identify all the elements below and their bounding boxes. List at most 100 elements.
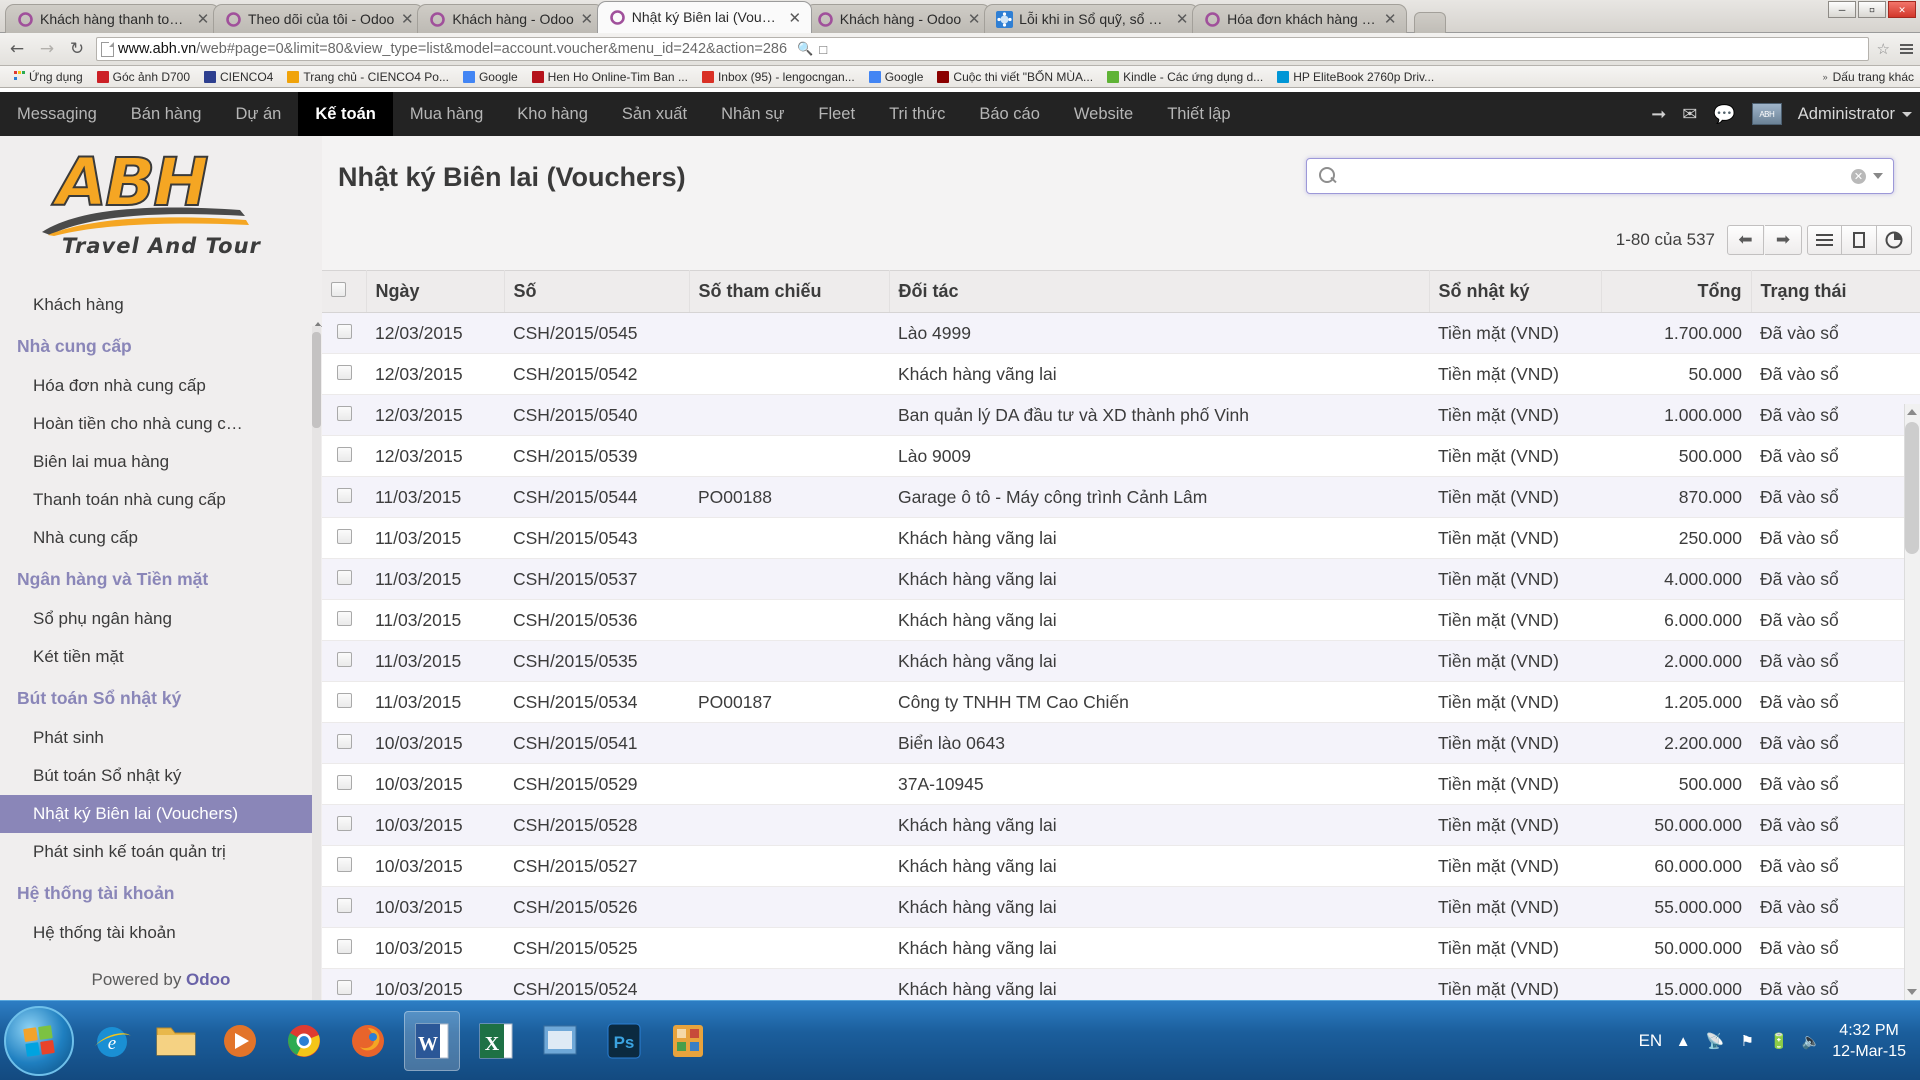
row-select-cell[interactable] (322, 558, 366, 600)
nav-item-báo-cáo[interactable]: Báo cáo (962, 92, 1057, 136)
sidebar-item[interactable]: Biên lai mua hàng (0, 443, 322, 481)
list-view-button[interactable] (1807, 225, 1842, 255)
bookmark-item[interactable]: Google (862, 67, 931, 87)
bookmark-star-icon[interactable]: ☆ (1877, 40, 1890, 58)
nav-item-sản-xuất[interactable]: Sản xuất (605, 92, 704, 136)
new-tab-button[interactable] (1414, 12, 1447, 33)
language-indicator[interactable]: EN (1639, 1031, 1663, 1051)
table-row[interactable]: 11/03/2015 CSH/2015/0537 Khách hàng vãng l… (322, 558, 1920, 600)
row-select-cell[interactable] (322, 968, 366, 1000)
taskbar-excel[interactable]: X (468, 1011, 524, 1071)
sidebar-item[interactable]: Hoàn tiền cho nhà cung c… (0, 405, 322, 443)
start-button[interactable] (4, 1005, 74, 1076)
bookmark-item[interactable]: Kindle - Các ứng dụng d... (1100, 67, 1270, 87)
table-row[interactable]: 12/03/2015 CSH/2015/0542 Khách hàng vãng l… (322, 353, 1920, 395)
row-checkbox[interactable] (336, 692, 352, 708)
row-select-cell[interactable] (322, 804, 366, 846)
minimize-button[interactable]: — (1828, 1, 1856, 18)
bookmark-item[interactable]: Google (456, 67, 525, 87)
chrome-menu-icon[interactable] (1898, 44, 1914, 54)
row-select-cell[interactable] (322, 353, 366, 395)
clear-circle-icon[interactable]: ✕ (1851, 168, 1866, 184)
row-checkbox[interactable] (336, 487, 352, 503)
column-header-partner[interactable]: Đối tác (889, 270, 1430, 313)
sidebar-item-selected[interactable]: Nhật ký Biên lai (Vouchers) (0, 795, 318, 833)
row-select-cell[interactable] (322, 517, 366, 559)
table-row[interactable]: 10/03/2015 CSH/2015/0524 Khách hàng vãng l… (322, 968, 1920, 1000)
bookmark-item[interactable]: Góc ảnh D700 (90, 67, 197, 87)
row-checkbox[interactable] (336, 405, 352, 421)
close-icon[interactable]: ✕ (400, 12, 414, 27)
column-header-total[interactable]: Tổng (1601, 270, 1752, 313)
column-header-state[interactable]: Trạng thái (1751, 270, 1920, 313)
row-checkbox[interactable] (336, 856, 352, 872)
taskbar-photoshop[interactable]: Ps (596, 1011, 652, 1071)
sidebar-item[interactable]: Hóa đơn nhà cung cấp (0, 367, 322, 405)
taskbar-chrome[interactable] (276, 1011, 332, 1071)
sidebar-item[interactable]: Khách hàng (0, 286, 322, 324)
row-select-cell[interactable] (322, 763, 366, 805)
table-row[interactable]: 10/03/2015 CSH/2015/0525 Khách hàng vãng l… (322, 927, 1920, 969)
sidebar-section[interactable]: Hệ thống tài khoản (0, 871, 322, 914)
row-checkbox[interactable] (336, 323, 352, 339)
table-row[interactable]: 12/03/2015 CSH/2015/0539 Lào 9009 Tiền mặt … (322, 435, 1920, 477)
taskbar-word[interactable]: W (404, 1010, 460, 1071)
back-icon[interactable]: ← (6, 38, 28, 60)
bookmark-item[interactable]: Trang chủ - CIENCO4 Po... (280, 67, 456, 87)
column-header-number[interactable]: Số (504, 270, 690, 313)
sidebar-section[interactable]: Bút toán Sổ nhật ký (0, 676, 322, 719)
pager-previous-button[interactable]: ⬅ (1727, 225, 1764, 255)
sidebar-item[interactable]: Nhà cung cấp (0, 519, 322, 557)
taskbar-firefox[interactable] (340, 1011, 396, 1071)
row-checkbox[interactable] (336, 528, 352, 544)
table-row[interactable]: 11/03/2015 CSH/2015/0534 PO00187 Công ty TN… (322, 681, 1920, 723)
bookmark-item[interactable]: Hen Ho Online-Tim Ban ... (525, 67, 695, 87)
zoom-magnifier-icon[interactable]: 🔍 (797, 41, 813, 57)
sidebar-section[interactable]: Ngân hàng và Tiền mặt (0, 557, 322, 600)
table-row[interactable]: 10/03/2015 CSH/2015/0528 Khách hàng vãng l… (322, 804, 1920, 846)
row-select-cell[interactable] (322, 927, 366, 969)
search-input[interactable]: ✕ (1306, 158, 1894, 194)
nav-item-dự-án[interactable]: Dự án (218, 92, 298, 136)
bookmark-item[interactable]: Ứng dụng (6, 67, 90, 87)
select-all-checkbox[interactable] (331, 282, 346, 297)
nav-item-fleet[interactable]: Fleet (801, 92, 872, 136)
column-header-reference[interactable]: Số tham chiếu (689, 270, 890, 313)
bookmark-item[interactable]: CIENCO4 (197, 67, 280, 87)
forward-icon[interactable]: → (36, 38, 58, 60)
close-icon[interactable]: ✕ (1383, 12, 1397, 27)
graph-view-button[interactable] (1877, 225, 1912, 255)
tray-network-icon[interactable]: 📡 (1704, 1030, 1726, 1052)
table-row[interactable]: 11/03/2015 CSH/2015/0544 PO00188 Garage ô t… (322, 476, 1920, 518)
row-checkbox[interactable] (336, 815, 352, 831)
row-select-cell[interactable] (322, 394, 366, 436)
browser-tab[interactable]: Khách hàng - Odoo ✕ (804, 4, 992, 33)
reload-icon[interactable]: ↻ (66, 38, 88, 60)
nav-item-kế-toán[interactable]: Kế toán (298, 92, 393, 136)
nav-item-messaging[interactable]: Messaging (0, 92, 114, 136)
table-row[interactable]: 11/03/2015 CSH/2015/0535 Khách hàng vãng l… (322, 640, 1920, 682)
row-checkbox[interactable] (336, 651, 352, 667)
tray-volume-icon[interactable]: 🔈 (1800, 1030, 1822, 1052)
row-select-cell[interactable] (322, 640, 366, 682)
bookmark-item[interactable]: Inbox (95) - lengocngan... (695, 67, 862, 87)
browser-tab[interactable]: Khách hàng - Odoo ✕ (417, 4, 604, 33)
user-menu[interactable]: Administrator (1798, 105, 1912, 124)
close-icon[interactable]: ✕ (580, 12, 594, 27)
close-icon[interactable]: ✕ (1175, 12, 1189, 27)
translate-icon[interactable]: □ (819, 42, 827, 57)
row-checkbox[interactable] (336, 446, 352, 462)
chevron-up-icon[interactable]: ▲ (1672, 1030, 1694, 1052)
row-checkbox[interactable] (336, 569, 352, 585)
row-checkbox[interactable] (336, 938, 352, 954)
browser-tab[interactable]: Hóa đơn khách hàng - Odoo ✕ (1192, 4, 1408, 33)
chevron-down-icon[interactable] (1873, 173, 1883, 179)
address-bar[interactable]: www.abh.vn/web#page=0&limit=80&view_type… (96, 37, 1869, 61)
maximize-button[interactable]: ▫ (1858, 1, 1886, 18)
taskbar-media-player[interactable] (212, 1011, 268, 1071)
pager-next-button[interactable]: ➡ (1765, 225, 1802, 255)
table-row[interactable]: 11/03/2015 CSH/2015/0536 Khách hàng vãng l… (322, 599, 1920, 641)
table-row[interactable]: 11/03/2015 CSH/2015/0543 Khách hàng vãng l… (322, 517, 1920, 559)
nav-item-mua-hàng[interactable]: Mua hàng (393, 92, 500, 136)
tray-battery-icon[interactable]: 🔋 (1768, 1030, 1790, 1052)
